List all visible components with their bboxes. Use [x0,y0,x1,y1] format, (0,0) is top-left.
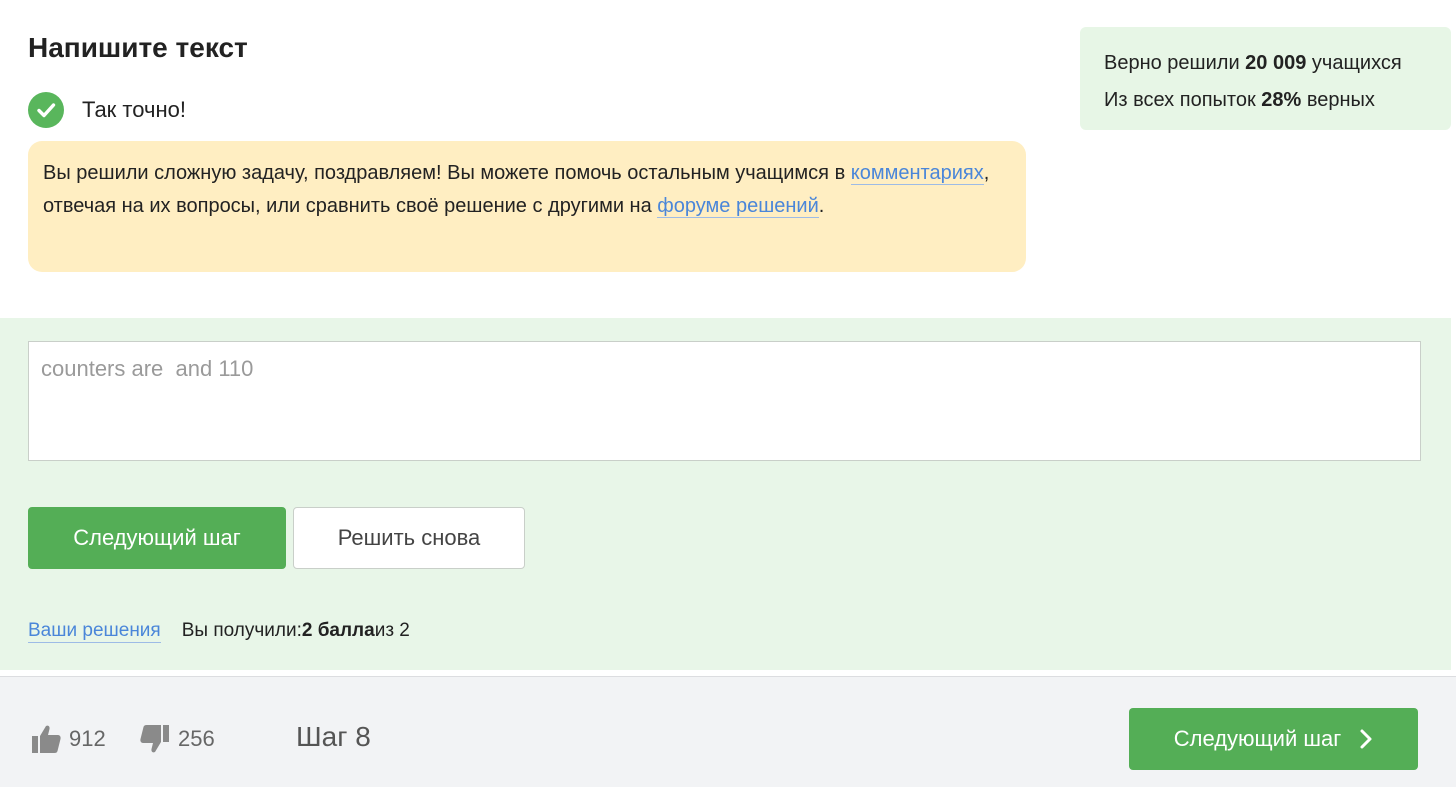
attempts-percent: 28% [1261,89,1302,111]
task-title: Напишите текст [28,32,248,63]
result-prefix: Вы получили: [181,620,302,641]
forum-link[interactable]: форуме решений [657,195,819,218]
dislike-count: 256 [178,726,215,751]
footer-next-step-button[interactable]: Следующий шаг [1129,708,1418,770]
result-row: Ваши решения Вы получили: 2 балла из 2 [28,618,410,644]
congrats-text: Вы решили сложную задачу, поздравляем! В… [43,162,851,184]
attempts-prefix: Из всех попыток [1104,89,1262,111]
result-score: 2 балла [301,620,375,641]
thumbs-down-icon [140,725,169,753]
your-solutions-link[interactable]: Ваши решения [28,620,161,643]
solved-count: 20 009 [1245,52,1307,74]
status-text: Так точно! [82,97,186,122]
check-icon [28,92,64,128]
status-row: Так точно! [28,92,186,128]
chevron-right-icon [1359,728,1373,750]
step-label: Шаг 8 [296,721,371,752]
thumbs-up-icon [32,725,61,753]
solved-prefix: Верно решили [1104,52,1246,74]
footer-bar: 912 256 Шаг 8 Следующий шаг [0,676,1456,787]
congrats-text-end: . [818,195,825,217]
attempts-suffix: верных [1301,89,1375,111]
solved-stat: Верно решили 20 009 учащихся [1104,45,1451,82]
attempts-stat: Из всех попыток 28% верных [1104,82,1451,119]
like-button[interactable]: 912 [29,722,106,756]
retry-button[interactable]: Решить снова [293,507,525,569]
result-suffix: из 2 [374,620,410,641]
next-step-button[interactable]: Следующий шаг [28,507,286,569]
dislike-button[interactable]: 256 [138,722,215,756]
footer-next-label: Следующий шаг [1173,726,1342,751]
like-count: 912 [69,726,106,751]
comments-link[interactable]: комментариях [850,162,984,185]
congrats-notice: Вы решили сложную задачу, поздравляем! В… [28,141,1026,272]
answer-textarea[interactable]: counters are and 110 [28,341,1421,461]
solved-suffix: учащихся [1306,52,1402,74]
stats-panel: Верно решили 20 009 учащихся Из всех поп… [1080,27,1451,130]
answer-area: counters are and 110 Следующий шаг Решит… [0,318,1451,670]
